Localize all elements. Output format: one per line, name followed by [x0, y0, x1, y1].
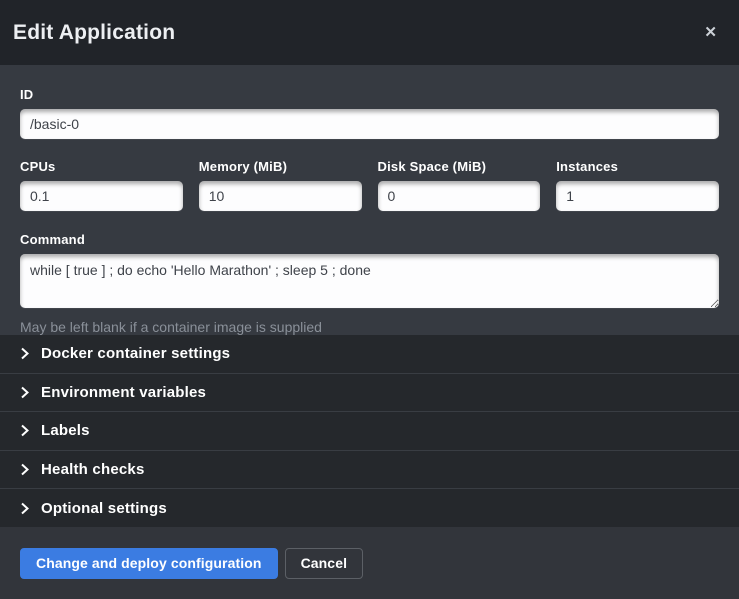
- memory-input[interactable]: [199, 181, 362, 211]
- memory-label: Memory (MiB): [199, 159, 362, 174]
- modal-title: Edit Application: [13, 21, 175, 45]
- section-label: Docker container settings: [41, 345, 230, 362]
- section-label: Optional settings: [41, 500, 167, 517]
- command-field-group: Command while [ true ] ; do echo 'Hello …: [20, 232, 719, 335]
- modal-header: Edit Application ✕: [0, 0, 739, 65]
- change-and-deploy-button[interactable]: Change and deploy configuration: [20, 548, 278, 579]
- resources-row: CPUs Memory (MiB) Disk Space (MiB) Insta…: [20, 159, 719, 211]
- cpus-input[interactable]: [20, 181, 183, 211]
- modal-footer: Change and deploy configuration Cancel: [0, 527, 739, 599]
- disk-field-group: Disk Space (MiB): [378, 159, 541, 211]
- instances-label: Instances: [556, 159, 719, 174]
- chevron-right-icon: [20, 502, 29, 515]
- id-field-group: ID: [20, 87, 719, 139]
- command-label: Command: [20, 232, 719, 247]
- section-environment-variables[interactable]: Environment variables: [0, 374, 739, 413]
- cpus-label: CPUs: [20, 159, 183, 174]
- instances-field-group: Instances: [556, 159, 719, 211]
- edit-application-modal: Edit Application ✕ ID CPUs Memory (MiB) …: [0, 0, 739, 599]
- section-health-checks[interactable]: Health checks: [0, 451, 739, 490]
- command-textarea[interactable]: while [ true ] ; do echo 'Hello Marathon…: [20, 254, 719, 308]
- section-optional-settings[interactable]: Optional settings: [0, 489, 739, 527]
- section-labels[interactable]: Labels: [0, 412, 739, 451]
- section-label: Environment variables: [41, 384, 206, 401]
- section-label: Labels: [41, 422, 90, 439]
- cpus-field-group: CPUs: [20, 159, 183, 211]
- close-icon[interactable]: ✕: [698, 21, 723, 44]
- instances-input[interactable]: [556, 181, 719, 211]
- memory-field-group: Memory (MiB): [199, 159, 362, 211]
- chevron-right-icon: [20, 347, 29, 360]
- application-form: ID CPUs Memory (MiB) Disk Space (MiB) In…: [0, 65, 739, 335]
- id-input[interactable]: [20, 109, 719, 139]
- disk-label: Disk Space (MiB): [378, 159, 541, 174]
- disk-input[interactable]: [378, 181, 541, 211]
- section-docker-container-settings[interactable]: Docker container settings: [0, 335, 739, 374]
- accordion-sections: Docker container settings Environment va…: [0, 335, 739, 527]
- cancel-button[interactable]: Cancel: [285, 548, 364, 579]
- chevron-right-icon: [20, 386, 29, 399]
- chevron-right-icon: [20, 463, 29, 476]
- section-label: Health checks: [41, 461, 144, 478]
- id-label: ID: [20, 87, 719, 102]
- command-help-text: May be left blank if a container image i…: [20, 319, 719, 335]
- chevron-right-icon: [20, 424, 29, 437]
